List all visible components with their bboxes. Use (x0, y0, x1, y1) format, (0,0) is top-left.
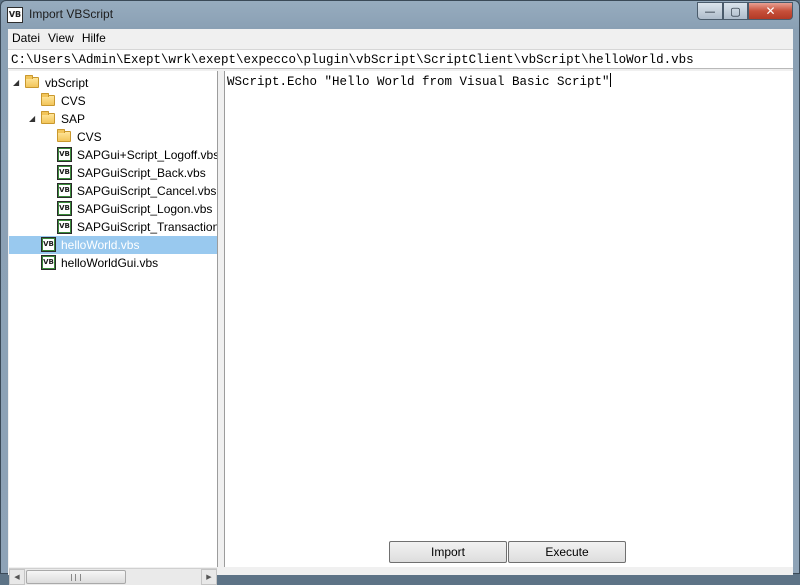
import-button[interactable]: Import (389, 541, 507, 563)
folder-icon (57, 129, 71, 142)
tree-item-label: SAPGuiScript_TransactionCall.vbs (77, 220, 218, 234)
tree-file-item[interactable]: VB SAPGuiScript_Cancel.vbs (9, 182, 217, 200)
menu-hilfe[interactable]: Hilfe (78, 29, 110, 48)
vbscript-file-icon: VB (57, 219, 72, 234)
script-code[interactable]: WScript.Echo "Hello World from Visual Ba… (227, 73, 611, 89)
minimize-icon: — (704, 4, 716, 18)
tree-file-item[interactable]: VB SAPGuiScript_Back.vbs (9, 164, 217, 182)
vbscript-file-icon: VB (41, 237, 56, 252)
tree-folder-item[interactable]: CVS (9, 128, 217, 146)
maximize-icon: ▢ (730, 4, 741, 18)
vbscript-file-icon: VB (57, 165, 72, 180)
tree-item-label: SAP (61, 112, 86, 126)
tree-item-label: SAPGuiScript_Cancel.vbs (77, 184, 217, 198)
window-controls: — ▢ ✕ (697, 2, 793, 21)
tree-folder-item[interactable]: ◢ SAP (9, 110, 217, 128)
scroll-left-icon: ◀ (14, 573, 20, 581)
file-tree: ◢ vbScript CVS ◢ SAP CVS VB SAPGui+Script_Logof… (9, 71, 218, 567)
title-bar[interactable]: VB Import VBScript — ▢ ✕ (1, 1, 799, 29)
expand-arrow-icon[interactable]: ◢ (29, 110, 39, 128)
app-window: VB Import VBScript — ▢ ✕ Datei View Hilf… (0, 0, 800, 585)
tree-item-label: SAPGuiScript_Logon.vbs (77, 202, 213, 216)
tree-horizontal-scrollbar[interactable]: ◀ ▶ (9, 568, 217, 585)
minimize-button[interactable]: — (697, 2, 723, 20)
execute-button[interactable]: Execute (508, 541, 626, 563)
scroll-right-icon: ▶ (206, 573, 212, 581)
tree-file-item[interactable]: VB helloWorldGui.vbs (9, 254, 217, 272)
tree-item-label: CVS (77, 130, 102, 144)
vbscript-app-icon: VB (7, 7, 23, 23)
expand-arrow-icon[interactable]: ◢ (13, 74, 23, 92)
file-path-field[interactable]: C:\Users\Admin\Exept\wrk\exept\expecco\p… (8, 49, 793, 69)
tree-item-label: SAPGui+Script_Logoff.vbs (77, 148, 218, 162)
client-area: Datei View Hilfe C:\Users\Admin\Exept\wr… (8, 29, 793, 585)
vbscript-file-icon: VB (41, 255, 56, 270)
tree-file-item[interactable]: VB SAPGuiScript_Logon.vbs (9, 200, 217, 218)
maximize-button[interactable]: ▢ (723, 2, 748, 20)
menu-bar: Datei View Hilfe (8, 29, 793, 48)
script-editor[interactable]: WScript.Echo "Hello World from Visual Ba… (224, 71, 793, 567)
scroll-right-button[interactable]: ▶ (201, 569, 217, 585)
tree-item-label: helloWorldGui.vbs (61, 256, 159, 270)
menu-datei[interactable]: Datei (8, 29, 44, 48)
folder-icon (41, 93, 55, 106)
tree-file-item[interactable]: VB SAPGui+Script_Logoff.vbs (9, 146, 217, 164)
vbscript-file-icon: VB (57, 183, 72, 198)
grip-icon (71, 574, 81, 581)
tree-file-item[interactable]: VB SAPGuiScript_TransactionCall.vbs (9, 218, 217, 236)
folder-icon (25, 75, 39, 88)
vbscript-file-icon: VB (57, 201, 72, 216)
tree-file-item[interactable]: VB helloWorld.vbs (9, 236, 217, 254)
tree-item-label: helloWorld.vbs (61, 238, 140, 252)
tree-folder-item[interactable]: CVS (9, 92, 217, 110)
close-button[interactable]: ✕ (748, 2, 793, 20)
vbscript-file-icon: VB (57, 147, 72, 162)
folder-icon (41, 111, 55, 124)
tree-item-label: CVS (61, 94, 86, 108)
window-title: Import VBScript (29, 7, 114, 21)
tree-item-label: SAPGuiScript_Back.vbs (77, 166, 206, 180)
menu-view[interactable]: View (44, 29, 78, 48)
close-icon: ✕ (765, 4, 776, 18)
tree-item-label: vbScript (45, 76, 89, 90)
text-caret (609, 73, 611, 87)
tree-folder-item[interactable]: ◢ vbScript (9, 74, 217, 92)
script-text: WScript.Echo "Hello World from Visual Ba… (227, 75, 610, 89)
scroll-thumb[interactable] (26, 570, 126, 584)
scroll-left-button[interactable]: ◀ (9, 569, 25, 585)
